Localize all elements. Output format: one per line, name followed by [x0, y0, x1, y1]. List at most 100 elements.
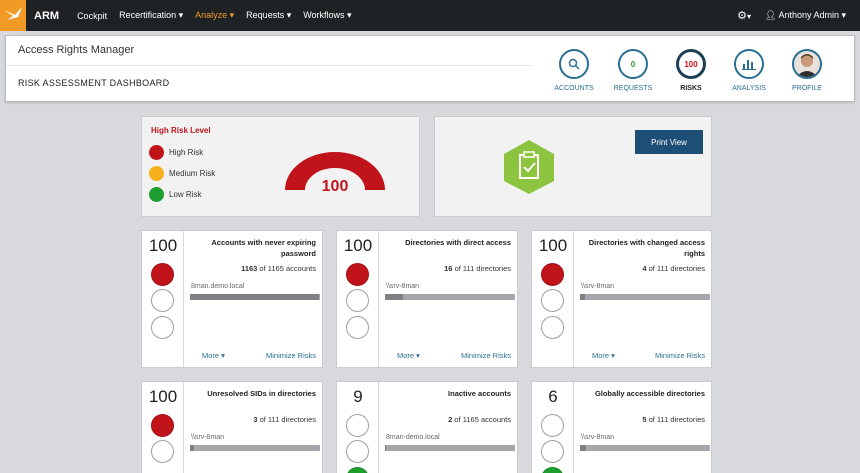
- settings-caret: ▾: [746, 12, 751, 21]
- gear-icon: ⚙: [737, 10, 747, 22]
- brand-name: ARM: [34, 9, 60, 22]
- risk-count: 5 of 111 directories: [642, 415, 705, 424]
- risk-level-title: High Risk Level: [151, 126, 211, 135]
- risk-card: 6 Globally accessible directories 5 of 1…: [531, 381, 712, 473]
- status-light-low: [346, 467, 369, 473]
- risk-indicator: 100: [532, 231, 574, 367]
- risk-progress-bar: [190, 294, 320, 300]
- user-icon: 👤︎: [764, 10, 777, 20]
- header-nav-profile[interactable]: PROFILE: [777, 49, 837, 92]
- status-light-medium: [346, 289, 369, 312]
- risk-score: 100: [343, 236, 373, 255]
- server-name: \\srv-8man: [191, 434, 225, 441]
- status-light-high: [346, 414, 369, 437]
- risk-card: 100 Directories with changed access righ…: [531, 230, 712, 368]
- risk-title: Unresolved SIDs in directories: [207, 389, 316, 398]
- risk-indicator: 100: [142, 382, 184, 473]
- header-nav-risks[interactable]: 100 RISKS: [661, 49, 721, 92]
- analysis-circle: [734, 49, 764, 79]
- nav-cockpit[interactable]: Cockpit: [77, 11, 107, 21]
- risk-title: Directories with direct access: [405, 238, 511, 247]
- risk-progress-bar: [190, 445, 320, 451]
- header-nav-requests[interactable]: 0 REQUESTS: [603, 49, 663, 92]
- requests-label: REQUESTS: [613, 85, 653, 92]
- status-light-low: [541, 316, 564, 339]
- risk-score: 100: [148, 236, 178, 255]
- risk-card: 100 Unresolved SIDs in directories 3 of …: [141, 381, 323, 473]
- risk-card: 100 Accounts with never expiring passwor…: [141, 230, 323, 368]
- search-icon: [568, 58, 580, 70]
- status-light-medium: [151, 289, 174, 312]
- status-light-low: [541, 467, 564, 473]
- risk-title: Directories with changed access rights: [588, 238, 705, 258]
- avatar-icon: [796, 54, 818, 77]
- minimize-risks-link[interactable]: Minimize Risks: [461, 351, 511, 360]
- risk-count: 3 of 111 directories: [253, 415, 316, 424]
- more-dropdown[interactable]: More ▾: [397, 351, 420, 360]
- legend-high-label: High Risk: [169, 148, 204, 157]
- legend-high: High Risk: [149, 145, 203, 160]
- user-menu[interactable]: 👤︎ Anthony Admin ▾: [765, 10, 846, 21]
- avatar: [792, 49, 822, 79]
- profile-label: PROFILE: [792, 85, 822, 92]
- more-dropdown[interactable]: More ▾: [592, 351, 615, 360]
- accounts-label: ACCOUNTS: [554, 85, 594, 92]
- server-name: \\srv-8man: [581, 434, 615, 441]
- status-light-medium: [151, 440, 174, 463]
- risk-title: Accounts with never expiring password: [211, 238, 316, 258]
- server-name: \\srv-8man: [581, 283, 615, 290]
- legend-low: Low Risk: [149, 187, 201, 202]
- status-light-medium: [346, 440, 369, 463]
- user-name: Anthony Admin ▾: [778, 10, 846, 20]
- risk-progress-bar: [580, 294, 710, 300]
- status-light-high: [541, 414, 564, 437]
- print-view-button[interactable]: Print View: [635, 130, 703, 154]
- risk-indicator: 100: [337, 231, 379, 367]
- legend-medium-label: Medium Risk: [169, 169, 216, 178]
- app-title: Access Rights Manager: [18, 44, 135, 56]
- risks-label: RISKS: [680, 85, 702, 92]
- status-light-medium: [541, 440, 564, 463]
- header-divider: [6, 65, 531, 66]
- risk-score: 6: [548, 387, 558, 406]
- risk-card: 100 Directories with direct access 16 of…: [336, 230, 518, 368]
- risk-count: 2 of 1165 accounts: [448, 415, 511, 424]
- accounts-circle: [559, 49, 589, 79]
- clipboard-check-icon: [504, 140, 554, 194]
- risk-progress-bar: [385, 445, 515, 451]
- header-nav-analysis[interactable]: ANALYSIS: [719, 49, 779, 92]
- risk-score: 9: [353, 387, 363, 406]
- header-panel: Access Rights Manager RISK ASSESSMENT DA…: [5, 35, 855, 102]
- legend-medium: Medium Risk: [149, 166, 215, 181]
- risk-count: 16 of 111 directories: [444, 264, 511, 273]
- nav-requests[interactable]: Requests ▾: [246, 10, 291, 21]
- risk-indicator: 9: [337, 382, 379, 473]
- nav-analyze[interactable]: Analyze ▾: [195, 10, 234, 21]
- risk-level-card: High Risk Level High Risk Medium Risk Lo…: [141, 116, 420, 217]
- nav-recertification[interactable]: Recertification ▾: [119, 10, 183, 21]
- status-light-low: [151, 316, 174, 339]
- header-nav-accounts[interactable]: ACCOUNTS: [544, 49, 604, 92]
- risk-title: Inactive accounts: [448, 389, 511, 398]
- nav-workflows[interactable]: Workflows ▾: [303, 10, 351, 21]
- minimize-risks-link[interactable]: Minimize Risks: [266, 351, 316, 360]
- analysis-label: ANALYSIS: [732, 85, 766, 92]
- logo[interactable]: [0, 0, 26, 31]
- minimize-risks-link[interactable]: Minimize Risks: [655, 351, 705, 360]
- status-light-high: [541, 263, 564, 286]
- risks-count: 100: [676, 49, 706, 79]
- requests-count: 0: [618, 49, 648, 79]
- status-light-high: [346, 263, 369, 286]
- high-risk-dot: [149, 145, 164, 160]
- legend-low-label: Low Risk: [169, 190, 202, 199]
- risk-indicator: 6: [532, 382, 574, 473]
- page-title: RISK ASSESSMENT DASHBOARD: [18, 78, 170, 88]
- server-name: \\srv-8man: [386, 283, 420, 290]
- server-name: 8man-demo.local: [386, 434, 440, 441]
- settings-menu[interactable]: ⚙▾: [737, 9, 751, 22]
- more-dropdown[interactable]: More ▾: [202, 351, 225, 360]
- risk-count: 4 of 111 directories: [642, 264, 705, 273]
- risk-progress-bar: [580, 445, 710, 451]
- top-navbar: ARM Cockpit Recertification ▾ Analyze ▾ …: [0, 0, 860, 31]
- logo-bird-icon: [4, 7, 22, 20]
